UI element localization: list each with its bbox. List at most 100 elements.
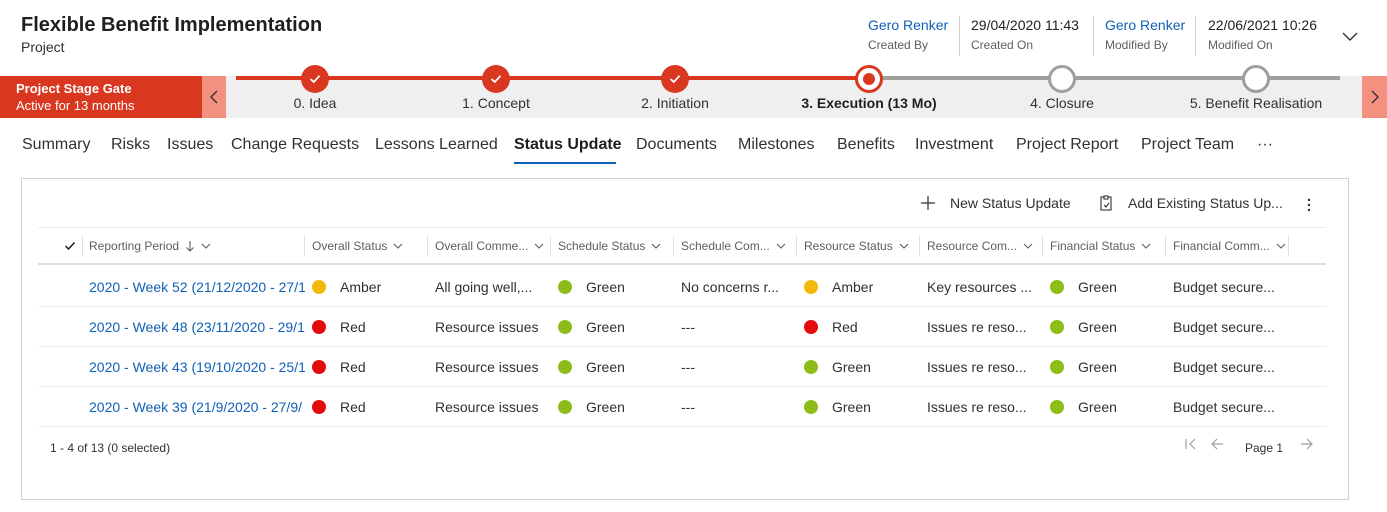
table-row[interactable]: 2020 - Week 43 (19/10/2020 - 25/1 Red Reso…	[38, 347, 1326, 387]
checkmark-icon	[490, 75, 502, 84]
modified-by-link[interactable]: Gero Renker	[1105, 14, 1185, 36]
next-page-button[interactable]	[1300, 437, 1314, 454]
stage-label-0[interactable]: 0. Idea	[294, 95, 337, 111]
tab-issues[interactable]: Issues	[167, 136, 213, 154]
column-header-schedule-com[interactable]: Schedule Com...	[681, 228, 797, 264]
column-separator	[1165, 236, 1166, 256]
status-label: Green	[586, 399, 625, 415]
stage-label-4[interactable]: 4. Closure	[1030, 95, 1094, 111]
cell-overall-comment: Resource issues	[435, 359, 539, 375]
cell-period[interactable]: 2020 - Week 52 (21/12/2020 - 27/1	[89, 267, 305, 307]
status-dot-icon	[804, 400, 818, 414]
table-row[interactable]: 2020 - Week 39 (21/9/2020 - 27/9/Red Reso…	[38, 387, 1326, 427]
more-tabs-button[interactable]: ···	[1257, 136, 1273, 154]
status-label: Red	[832, 319, 858, 335]
cell-schedule: Green	[558, 307, 673, 347]
cell-financial-comment: Budget secure...	[1173, 319, 1275, 335]
chevron-down-icon	[201, 243, 211, 249]
stage-node-2[interactable]	[661, 65, 689, 93]
column-separator	[796, 236, 797, 256]
cell-overall-comment: All going well,...	[435, 279, 533, 295]
column-header-financial-comm[interactable]: Financial Comm...	[1173, 228, 1291, 264]
table-row[interactable]: 2020 - Week 48 (23/11/2020 - 29/1 Red Reso…	[38, 307, 1326, 347]
column-header-resource-com[interactable]: Resource Com...	[927, 228, 1043, 264]
tab-project-report[interactable]: Project Report	[1016, 136, 1118, 154]
chevron-right-icon	[1371, 90, 1379, 104]
new-status-update-button[interactable]: New Status Update	[920, 195, 1071, 211]
modified-on-label: Modified On	[1208, 38, 1273, 52]
chevron-down-icon[interactable]	[1340, 26, 1360, 46]
column-header-overall-status[interactable]: Overall Status	[312, 228, 422, 264]
stage-node-1[interactable]	[482, 65, 510, 93]
tab-milestones[interactable]: Milestones	[738, 136, 814, 154]
checkmark-icon	[309, 75, 321, 84]
cell-financial: Green	[1050, 347, 1165, 387]
tab-project-team[interactable]: Project Team	[1141, 136, 1234, 154]
status-label: Red	[340, 399, 366, 415]
cell-overall-comment: Resource issues	[435, 319, 539, 335]
cell-schedule: Green	[558, 267, 673, 307]
stage-label-5[interactable]: 5. Benefit Realisation	[1190, 95, 1322, 111]
add-existing-status-update-button[interactable]: Add Existing Status Up...	[1098, 195, 1283, 211]
stage-node-3[interactable]	[855, 65, 883, 93]
status-dot-icon	[558, 320, 572, 334]
status-dot-icon	[558, 360, 572, 374]
column-header-label: Financial Comm...	[1173, 239, 1270, 253]
column-header-resource-status[interactable]: Resource Status	[804, 228, 914, 264]
stage-next-button[interactable]	[1362, 76, 1387, 118]
status-dot-icon	[804, 360, 818, 374]
cell-period[interactable]: 2020 - Week 39 (21/9/2020 - 27/9/	[89, 387, 305, 427]
header-divider	[959, 16, 960, 56]
column-header-financial-status[interactable]: Financial Status	[1050, 228, 1160, 264]
stage-progress-line-complete	[236, 76, 870, 80]
tab-investment[interactable]: Investment	[915, 136, 993, 154]
cell-overall: Amber	[312, 267, 427, 307]
status-label: Red	[340, 359, 366, 375]
tab-summary[interactable]: Summary	[22, 136, 90, 154]
created-by-link[interactable]: Gero Renker	[868, 14, 948, 36]
form-tabs: Summary Risks Issues Change Requests Lessons…	[0, 126, 1387, 166]
cell-schedule: Green	[558, 387, 673, 427]
column-header-reporting-period[interactable]: Reporting Period	[89, 228, 299, 264]
column-header-schedule-status[interactable]: Schedule Status	[558, 228, 668, 264]
chevron-down-icon	[393, 243, 403, 249]
modified-by-label: Modified By	[1105, 38, 1168, 52]
more-commands-icon[interactable]	[1306, 197, 1312, 218]
select-all-checkbox[interactable]	[64, 228, 76, 264]
previous-page-button[interactable]	[1210, 437, 1224, 454]
cell-period[interactable]: 2020 - Week 43 (19/10/2020 - 25/1	[89, 347, 305, 387]
tab-benefits[interactable]: Benefits	[837, 136, 895, 154]
status-dot-icon	[312, 280, 326, 294]
column-header-overall-comme[interactable]: Overall Comme...	[435, 228, 551, 264]
stage-node-0[interactable]	[301, 65, 329, 93]
cell-resource-comment: Key resources ...	[927, 279, 1033, 295]
tab-status-update[interactable]: Status Update	[514, 136, 622, 154]
checkmark-icon	[669, 75, 681, 84]
first-page-button[interactable]	[1184, 437, 1198, 454]
cell-period[interactable]: 2020 - Week 48 (23/11/2020 - 29/1	[89, 307, 305, 347]
status-label: Green	[1078, 399, 1117, 415]
stage-label-3[interactable]: 3. Execution (13 Mo)	[801, 95, 936, 111]
add-existing-status-update-label: Add Existing Status Up...	[1128, 195, 1283, 211]
stage-node-4[interactable]	[1048, 65, 1076, 93]
created-on-field: 29/04/2020 11:43 Created On	[971, 14, 1079, 58]
created-on-value: 29/04/2020 11:43	[971, 17, 1079, 33]
stage-label-2[interactable]: 2. Initiation	[641, 95, 709, 111]
tab-risks[interactable]: Risks	[111, 136, 150, 154]
chevron-down-icon	[1142, 243, 1151, 249]
table-row[interactable]: 2020 - Week 52 (21/12/2020 - 27/1 Amber Al…	[38, 267, 1326, 307]
stage-label-1[interactable]: 1. Concept	[462, 95, 530, 111]
cell-financial: Green	[1050, 307, 1165, 347]
cell-resource: Red	[804, 307, 919, 347]
modified-on-value: 22/06/2021 10:26	[1208, 17, 1317, 33]
checkmark-icon	[64, 241, 76, 251]
status-dot-icon	[804, 320, 818, 334]
chevron-down-icon	[1276, 243, 1286, 249]
stage-node-5[interactable]	[1242, 65, 1270, 93]
column-header-label: Schedule Com...	[681, 239, 770, 253]
tab-documents[interactable]: Documents	[636, 136, 717, 154]
cell-resource-comment: Issues re reso...	[927, 359, 1027, 375]
tab-lessons-learned[interactable]: Lessons Learned	[375, 136, 498, 154]
tab-change-requests[interactable]: Change Requests	[231, 136, 359, 154]
status-label: Green	[1078, 359, 1117, 375]
